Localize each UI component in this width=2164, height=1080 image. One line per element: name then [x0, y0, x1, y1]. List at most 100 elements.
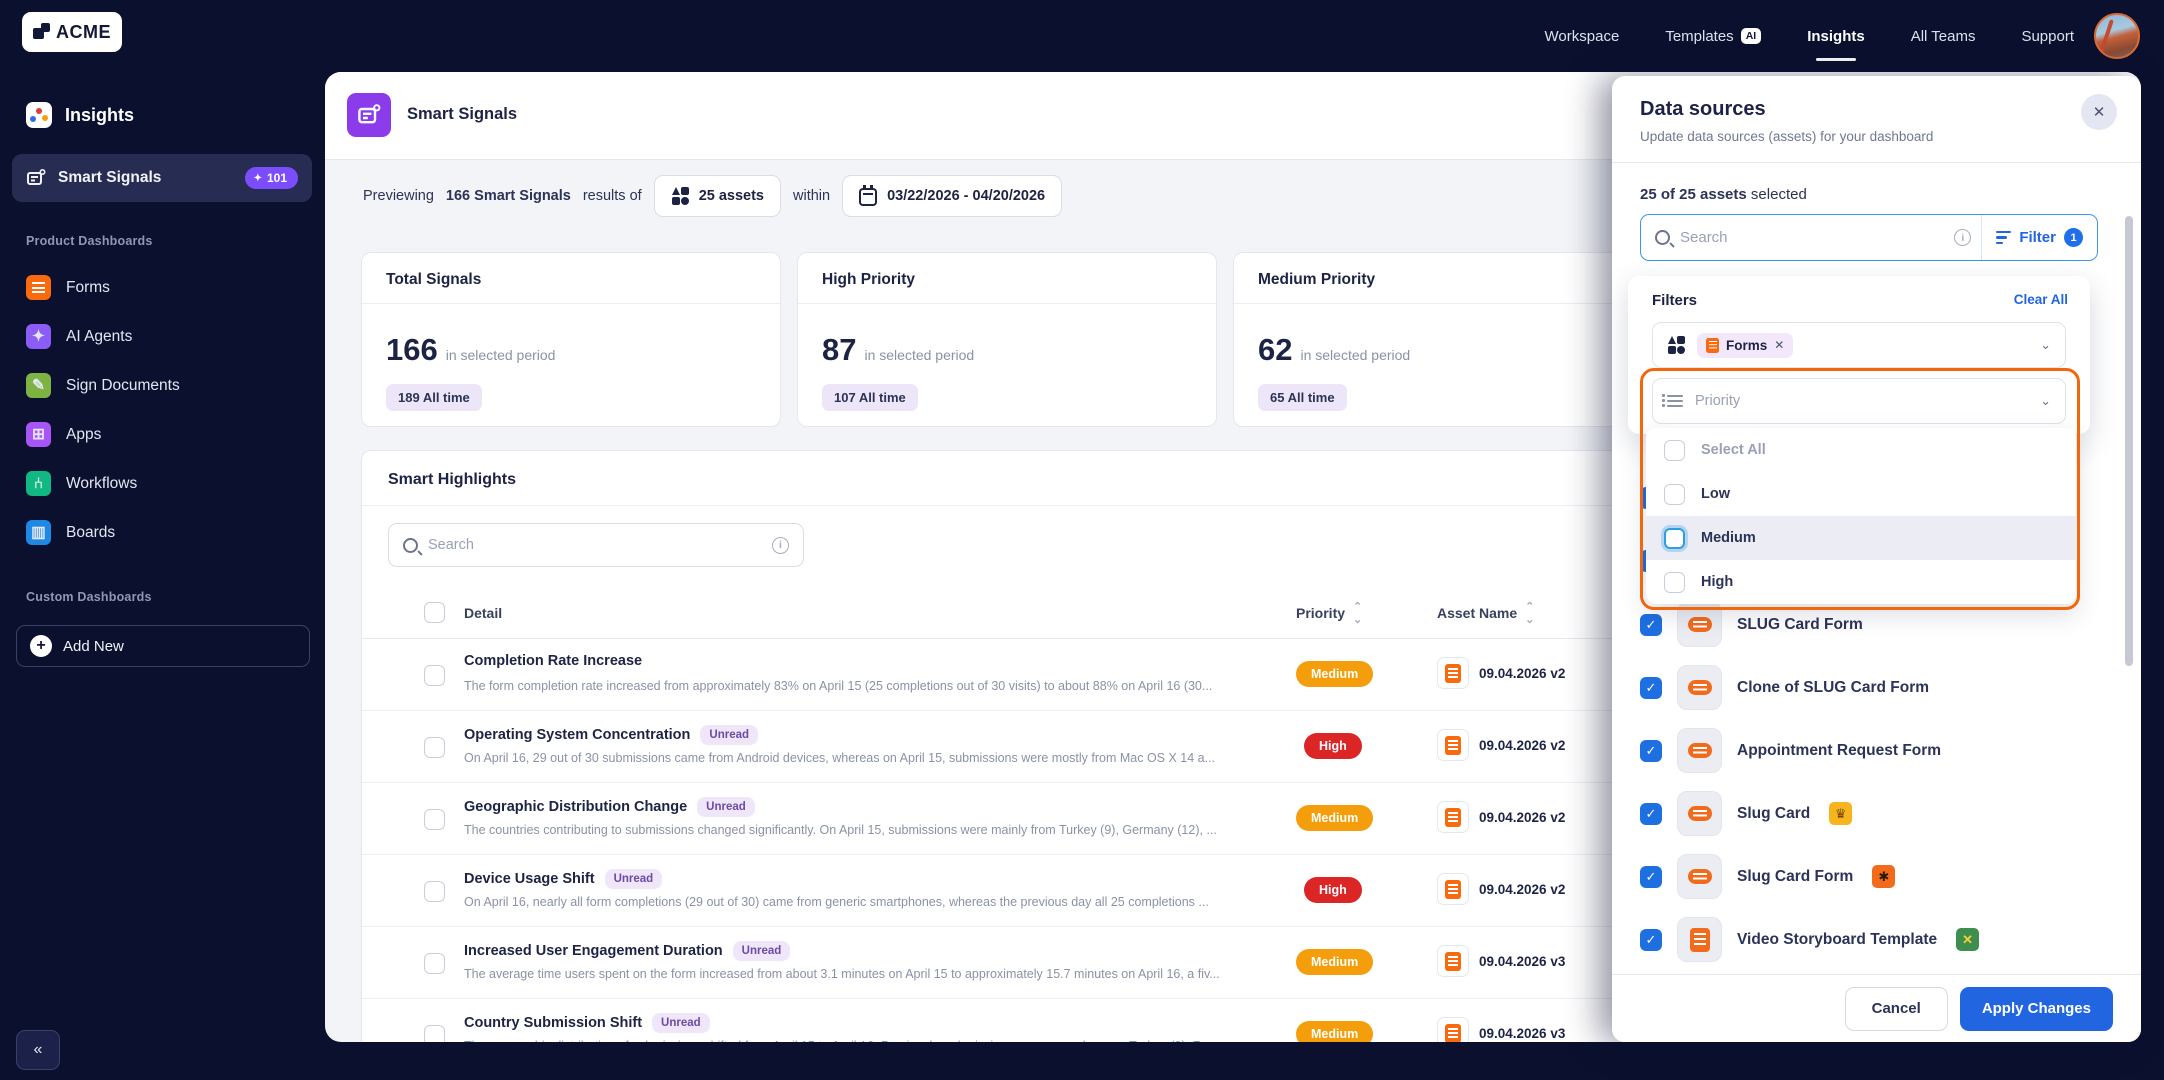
chevron-down-icon: ⌄ [2040, 337, 2051, 352]
sidebar-item-forms[interactable]: Forms [26, 275, 110, 300]
form-asset-icon [1437, 873, 1469, 905]
priority-dropdown[interactable]: Priority ⌄ [1652, 378, 2066, 424]
form-asset-icon [1437, 657, 1469, 689]
option-medium[interactable]: Medium [1646, 516, 2076, 560]
chevron-down-icon: ⌄ [2040, 393, 2051, 408]
asset-checkbox-checked[interactable]: ✓ [1640, 865, 1662, 888]
apps-icon: ⊞ [26, 422, 51, 447]
close-icon[interactable]: ✕ [2081, 94, 2117, 130]
trophy-emoji: ♛ [1829, 802, 1853, 825]
nav-all-teams[interactable]: All Teams [1911, 28, 1976, 45]
sidebar-item-apps[interactable]: ⊞ Apps [26, 422, 101, 447]
high-checkbox[interactable] [1664, 571, 1685, 593]
apply-changes-button[interactable]: Apply Changes [1959, 986, 2113, 1031]
highlights-search-input[interactable] [428, 537, 762, 553]
asset-row[interactable]: ✓ Slug Card ♛ [1640, 791, 1853, 836]
medium-priority-value: 62 [1258, 332, 1293, 367]
card-asset-icon [1677, 665, 1722, 710]
remove-chip-icon[interactable]: ✕ [1774, 338, 1784, 352]
panel-search-bar: i Filter 1 [1640, 214, 2098, 261]
low-checkbox[interactable] [1664, 483, 1685, 505]
highlights-search-box[interactable]: i [388, 523, 804, 567]
nav-support[interactable]: Support [2021, 28, 2074, 45]
info-icon: i [772, 536, 789, 554]
column-priority[interactable]: Priority ⌃ ⌄ [1296, 600, 1362, 626]
assets-selector-button[interactable]: 25 assets [653, 175, 781, 217]
asset-type-dropdown[interactable]: Forms ✕ ⌄ [1652, 322, 2066, 368]
data-sources-panel: Data sources Update data sources (assets… [1612, 76, 2141, 1042]
sidebar-collapse-button[interactable]: « [16, 1030, 60, 1070]
acme-logo-text: ACME [56, 21, 111, 42]
asset-row[interactable]: ✓ Video Storyboard Template ✕ [1640, 917, 1980, 962]
preview-within: within [793, 188, 831, 204]
search-icon [1655, 230, 1670, 245]
column-asset-name[interactable]: Asset Name ⌃ ⌄ [1437, 600, 1534, 626]
panel-search-input[interactable] [1680, 229, 1955, 246]
row-checkbox[interactable] [424, 809, 445, 830]
option-select-all[interactable]: Select All [1646, 428, 2076, 472]
column-detail: Detail [464, 604, 503, 621]
asset-checkbox-checked[interactable]: ✓ [1640, 928, 1662, 951]
asset-checkbox-checked[interactable]: ✓ [1640, 739, 1662, 762]
date-range-button[interactable]: 03/22/2026 - 04/20/2026 [842, 175, 1063, 217]
asset-row[interactable]: ✓ SLUG Card Form [1640, 602, 1863, 647]
acme-logo-icon [33, 23, 51, 41]
preview-count: 166 Smart Signals [445, 188, 571, 204]
form-asset-icon [1437, 801, 1469, 833]
sort-icon: ⌃ ⌄ [1353, 600, 1362, 626]
plus-icon: + [30, 635, 52, 657]
clear-all-link[interactable]: Clear All [2014, 292, 2068, 307]
selected-summary: 25 of 25 assets selected [1640, 186, 1807, 203]
option-low[interactable]: Low [1646, 472, 2076, 516]
asset-checkbox-checked[interactable]: ✓ [1640, 613, 1662, 636]
stat-card-high-priority: High Priority 87 in selected period 107 A… [797, 252, 1217, 427]
sidebar-item-boards[interactable]: ▥ Boards [26, 520, 115, 545]
option-high[interactable]: High [1646, 560, 2076, 604]
panel-footer: Cancel Apply Changes [1612, 974, 2141, 1042]
row-checkbox[interactable] [424, 1025, 445, 1042]
priority-badge: High [1304, 733, 1362, 759]
preview-middle: results of [582, 188, 642, 204]
smart-signals-count-badge: ✦ 101 [244, 167, 298, 189]
asset-row[interactable]: ✓ Appointment Request Form [1640, 728, 1941, 773]
asset-row[interactable]: ✓ Clone of SLUG Card Form [1640, 665, 1929, 710]
panel-title: Data sources [1640, 98, 1766, 120]
bee-emoji: ✱ [1872, 865, 1896, 888]
priority-badge: Medium [1296, 949, 1374, 975]
row-checkbox[interactable] [424, 953, 445, 974]
boards-icon: ▥ [26, 520, 51, 545]
sidebar-item-smart-signals[interactable]: Smart Signals ✦ 101 [12, 154, 312, 202]
select-all-checkbox[interactable] [1664, 439, 1685, 461]
acme-logo[interactable]: ACME [22, 12, 122, 52]
sidebar-item-sign-documents[interactable]: ✎ Sign Documents [26, 373, 180, 398]
form-icon [1706, 337, 1719, 353]
nav-insights[interactable]: Insights [1807, 28, 1865, 45]
card-asset-icon [1677, 854, 1722, 899]
row-checkbox[interactable] [424, 665, 445, 686]
panel-subtitle: Update data sources (assets) for your da… [1640, 129, 1934, 144]
section-product-dashboards: Product Dashboards [26, 234, 153, 248]
high-priority-alltime-badge: 107 All time [822, 384, 918, 411]
panel-scrollbar[interactable] [2125, 216, 2133, 666]
nav-templates[interactable]: Templates AI [1665, 28, 1762, 45]
select-all-checkbox[interactable] [424, 602, 445, 623]
cancel-button[interactable]: Cancel [1844, 986, 1948, 1031]
forms-filter-chip[interactable]: Forms ✕ [1697, 332, 1794, 358]
sidebar-item-workflows[interactable]: ⑃ Workflows [26, 471, 137, 496]
asset-checkbox-checked[interactable]: ✓ [1640, 802, 1662, 825]
sidebar-item-ai-agents[interactable]: ✦ AI Agents [26, 324, 132, 349]
asset-checkbox-checked[interactable]: ✓ [1640, 676, 1662, 699]
medium-checkbox[interactable] [1664, 527, 1685, 549]
add-new-button[interactable]: + Add New [16, 625, 310, 667]
priority-badge: High [1304, 877, 1362, 903]
filters-heading: Filters [1652, 292, 1698, 309]
nav-workspace[interactable]: Workspace [1545, 28, 1620, 45]
filter-button[interactable]: Filter 1 [1982, 228, 2097, 247]
workflows-icon: ⑃ [26, 471, 51, 496]
stat-card-medium-priority: Medium Priority 62 in selected period 65 … [1233, 252, 1653, 427]
unread-badge: Unread [732, 941, 791, 961]
user-avatar[interactable] [2094, 13, 2140, 59]
row-checkbox[interactable] [424, 737, 445, 758]
row-checkbox[interactable] [424, 881, 445, 902]
asset-row[interactable]: ✓ Slug Card Form ✱ [1640, 854, 1896, 899]
